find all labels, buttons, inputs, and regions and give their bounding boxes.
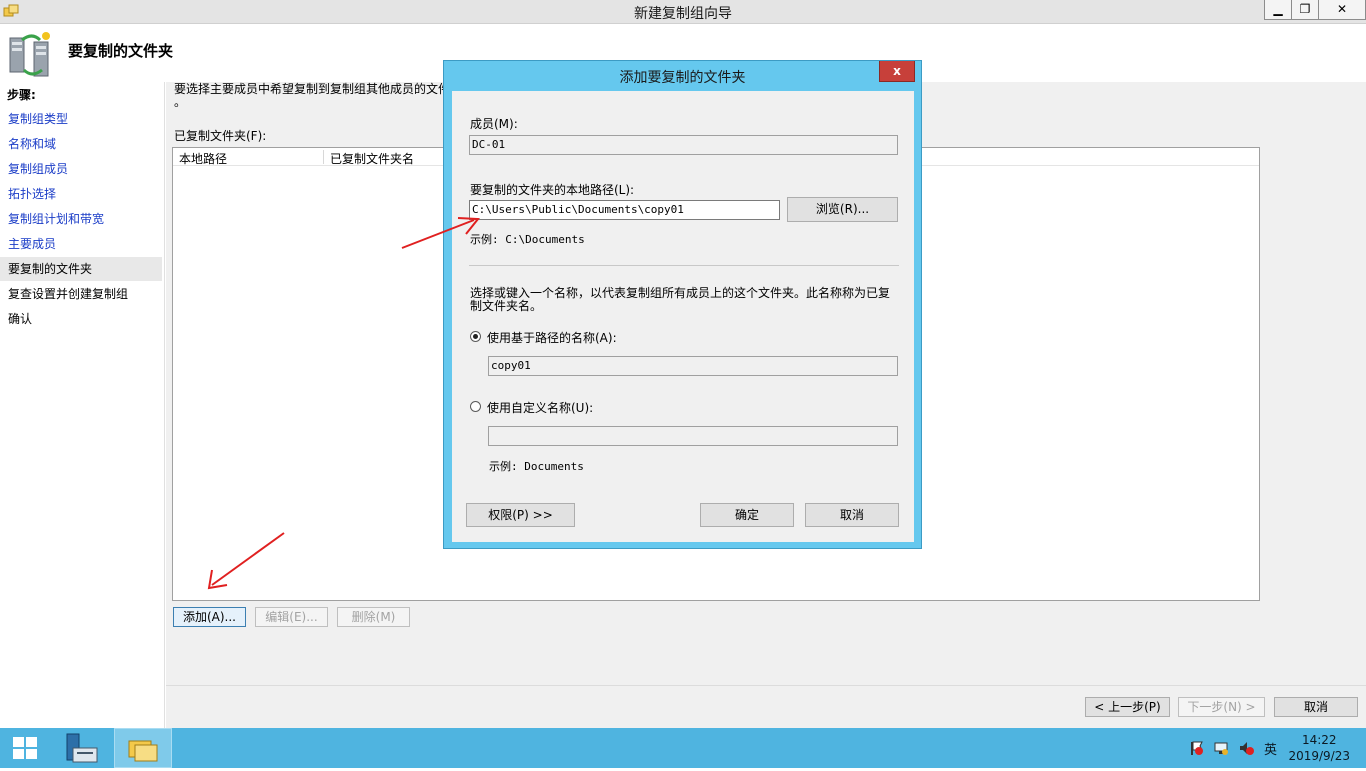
close-button[interactable]: ✕ bbox=[1318, 0, 1366, 20]
minimize-button[interactable]: ▁ bbox=[1264, 0, 1292, 20]
ime-indicator[interactable]: 英 bbox=[1264, 739, 1282, 758]
step-group-members[interactable]: 复制组成员 bbox=[0, 157, 162, 181]
dialog-title: 添加要复制的文件夹 bbox=[619, 70, 746, 86]
window-title-bar[interactable]: 新建复制组向导 ▁ ❐ ✕ bbox=[0, 0, 1366, 24]
section-divider bbox=[469, 265, 899, 266]
description-line-2: 。 bbox=[174, 95, 187, 109]
annotation-arrow-add bbox=[207, 532, 285, 590]
action-center-flag-icon[interactable] bbox=[1188, 740, 1204, 756]
permissions-button[interactable]: 权限(P) >> bbox=[466, 503, 575, 527]
taskbar-clock[interactable]: 14:22 2019/9/23 bbox=[1288, 732, 1350, 764]
network-icon[interactable] bbox=[1213, 740, 1229, 756]
delete-folder-button[interactable]: 删除(M) bbox=[337, 607, 410, 627]
path-name-radio-label[interactable]: 使用基于路径的名称(A): bbox=[487, 329, 617, 346]
window-title: 新建复制组向导 bbox=[634, 6, 732, 22]
page-title: 要复制的文件夹 bbox=[68, 42, 174, 60]
member-field: DC-01 bbox=[469, 135, 898, 155]
browse-button[interactable]: 浏览(R)... bbox=[787, 197, 898, 222]
add-folder-dialog: 添加要复制的文件夹 x 成员(M): DC-01 要复制的文件夹的本地路径(L)… bbox=[443, 60, 922, 549]
member-label: 成员(M): bbox=[470, 117, 518, 131]
file-explorer-icon bbox=[128, 740, 158, 762]
step-confirmation: 确认 bbox=[8, 312, 33, 326]
wizard-cancel-button[interactable]: 取消 bbox=[1274, 697, 1358, 717]
next-button[interactable]: 下一步(N) > bbox=[1178, 697, 1265, 717]
replicated-folders-label: 已复制文件夹(F): bbox=[174, 129, 267, 143]
dialog-cancel-button[interactable]: 取消 bbox=[805, 503, 899, 527]
custom-name-input[interactable] bbox=[488, 426, 898, 446]
edit-folder-button[interactable]: 编辑(E)... bbox=[255, 607, 328, 627]
ok-button[interactable]: 确定 bbox=[700, 503, 794, 527]
step-name-and-domain[interactable]: 名称和域 bbox=[0, 132, 162, 156]
replication-server-icon bbox=[9, 32, 50, 77]
restore-button[interactable]: ❐ bbox=[1291, 0, 1319, 20]
step-review-settings: 复查设置并创建复制组 bbox=[8, 287, 129, 301]
steps-label: 步骤: bbox=[7, 88, 36, 102]
local-path-input[interactable]: C:\Users\Public\Documents\copy01 bbox=[469, 200, 780, 220]
clock-date: 2019/9/23 bbox=[1288, 749, 1350, 763]
file-explorer-taskbar-button[interactable] bbox=[114, 728, 172, 768]
clock-time: 14:22 bbox=[1301, 733, 1337, 747]
step-folders-to-replicate: 要复制的文件夹 bbox=[0, 257, 162, 281]
dialog-body: 成员(M): DC-01 要复制的文件夹的本地路径(L): C:\Users\P… bbox=[452, 91, 914, 542]
step-replication-group-type[interactable]: 复制组类型 bbox=[0, 107, 162, 131]
step-primary-member[interactable]: 主要成员 bbox=[0, 232, 162, 256]
steps-sidebar: 步骤: 复制组类型 名称和域 复制组成员 拓扑选择 复制组计划和带宽 主要成员 … bbox=[0, 82, 165, 728]
page-description: 要选择主要成员中希望复制到复制组其他成员的文件 。 bbox=[174, 83, 450, 109]
description-line-1: 要选择主要成员中希望复制到复制组其他成员的文件 bbox=[174, 82, 451, 96]
name-example: 示例: Documents bbox=[489, 460, 584, 473]
taskbar: 英 14:22 2019/9/23 bbox=[0, 728, 1366, 768]
step-topology[interactable]: 拓扑选择 bbox=[0, 182, 162, 206]
path-name-radio[interactable] bbox=[470, 331, 481, 342]
local-path-label: 要复制的文件夹的本地路径(L): bbox=[470, 183, 635, 197]
annotation-arrow-path bbox=[401, 217, 481, 249]
add-folder-button[interactable]: 添加(A)... bbox=[173, 607, 246, 627]
name-description-line-2: 制文件夹名。 bbox=[470, 299, 543, 313]
name-description: 选择或键入一个名称，以代表复制组所有成员上的这个文件夹。此名称称为已复 制文件夹… bbox=[470, 287, 890, 313]
footer-divider bbox=[166, 685, 1366, 686]
column-separator[interactable] bbox=[323, 150, 324, 164]
server-manager-taskbar-button[interactable] bbox=[57, 728, 107, 768]
start-icon bbox=[13, 737, 37, 759]
back-button[interactable]: < 上一步(P) bbox=[1085, 697, 1170, 717]
path-name-field: copy01 bbox=[488, 356, 898, 376]
dialog-close-button[interactable]: x bbox=[879, 61, 915, 82]
start-button[interactable] bbox=[0, 728, 50, 768]
custom-name-radio-label[interactable]: 使用自定义名称(U): bbox=[487, 399, 593, 416]
server-manager-icon bbox=[66, 733, 98, 763]
custom-name-radio[interactable] bbox=[470, 401, 481, 412]
volume-muted-icon[interactable] bbox=[1238, 740, 1254, 756]
step-schedule-bandwidth[interactable]: 复制组计划和带宽 bbox=[0, 207, 162, 231]
